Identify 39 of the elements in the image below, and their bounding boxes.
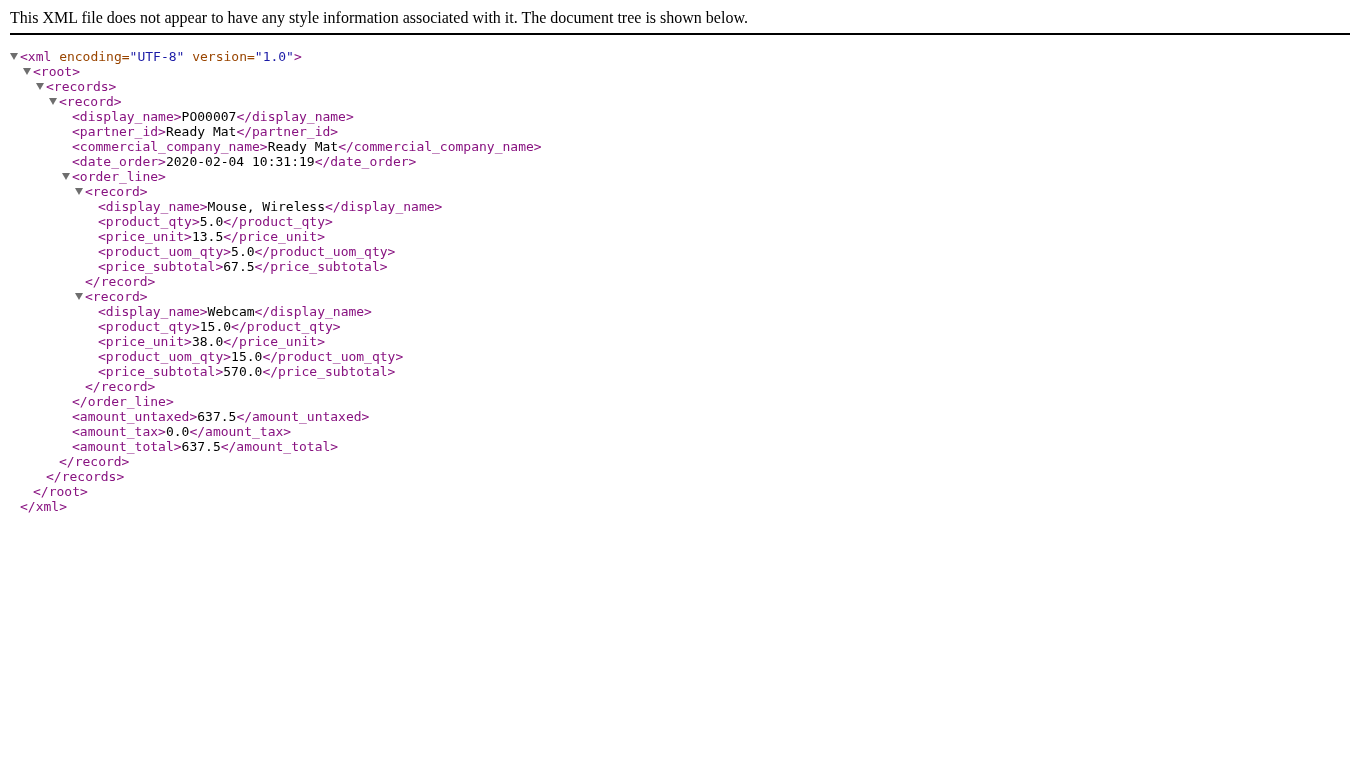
xml-line: <display_name>PO00007</display_name>	[72, 109, 354, 124]
xml-line: </xml>	[20, 499, 67, 514]
xml-line: <product_qty>5.0</product_qty>	[98, 214, 333, 229]
xml-line: <partner_id>Ready Mat</partner_id>	[72, 124, 339, 139]
notice-text: This XML file does not appear to have any style information associated with it. The document tree is shown below.	[10, 9, 748, 26]
xml-line: <product_qty>15.0</product_qty>	[98, 319, 341, 334]
triangle-icon[interactable]	[62, 173, 70, 180]
xml-line: <xml encoding="UTF-8" version="1.0">	[20, 49, 302, 64]
xml-line: <display_name>Webcam</display_name>	[98, 304, 372, 319]
xml-line: <amount_total>637.5</amount_total>	[72, 439, 339, 454]
xml-line: <display_name>Mouse, Wireless</display_name>	[98, 199, 443, 214]
xml-line: <date_order>2020-02-04 10:31:19</date_order>	[72, 154, 417, 169]
xml-line: </order_line>	[72, 394, 174, 409]
triangle-icon[interactable]	[23, 68, 31, 75]
xml-line: </record>	[85, 379, 156, 394]
triangle-icon[interactable]	[10, 53, 18, 60]
xml-line: <price_unit>38.0</price_unit>	[98, 334, 325, 349]
triangle-icon[interactable]	[75, 188, 83, 195]
xml-line: <records>	[46, 79, 117, 94]
xml-line: <order_line>	[72, 169, 166, 184]
xml-line: <record>	[85, 184, 148, 199]
xml-line: <price_subtotal>67.5</price_subtotal>	[98, 259, 388, 274]
triangle-icon[interactable]	[36, 83, 44, 90]
xml-line: <amount_untaxed>637.5</amount_untaxed>	[72, 409, 370, 424]
xml-line: <amount_tax>0.0</amount_tax>	[72, 424, 292, 439]
xml-line: </record>	[59, 454, 130, 469]
xml-line: <product_uom_qty>15.0</product_uom_qty>	[98, 349, 404, 364]
xml-line: <product_uom_qty>5.0</product_uom_qty>	[98, 244, 396, 259]
triangle-icon[interactable]	[75, 293, 83, 300]
triangle-icon[interactable]	[49, 98, 57, 105]
xml-line: <commercial_company_name>Ready Mat</commercial_company_name>	[72, 139, 542, 154]
xml-line: </record>	[85, 274, 156, 289]
xml-line: </records>	[46, 469, 125, 484]
xml-line: </root>	[33, 484, 88, 499]
xml-line: <root>	[33, 64, 80, 79]
xml-line: <price_unit>13.5</price_unit>	[98, 229, 325, 244]
xml-line: <price_subtotal>570.0</price_subtotal>	[98, 364, 396, 379]
xml-line: <record>	[85, 289, 148, 304]
xml-line: <record>	[59, 94, 122, 109]
